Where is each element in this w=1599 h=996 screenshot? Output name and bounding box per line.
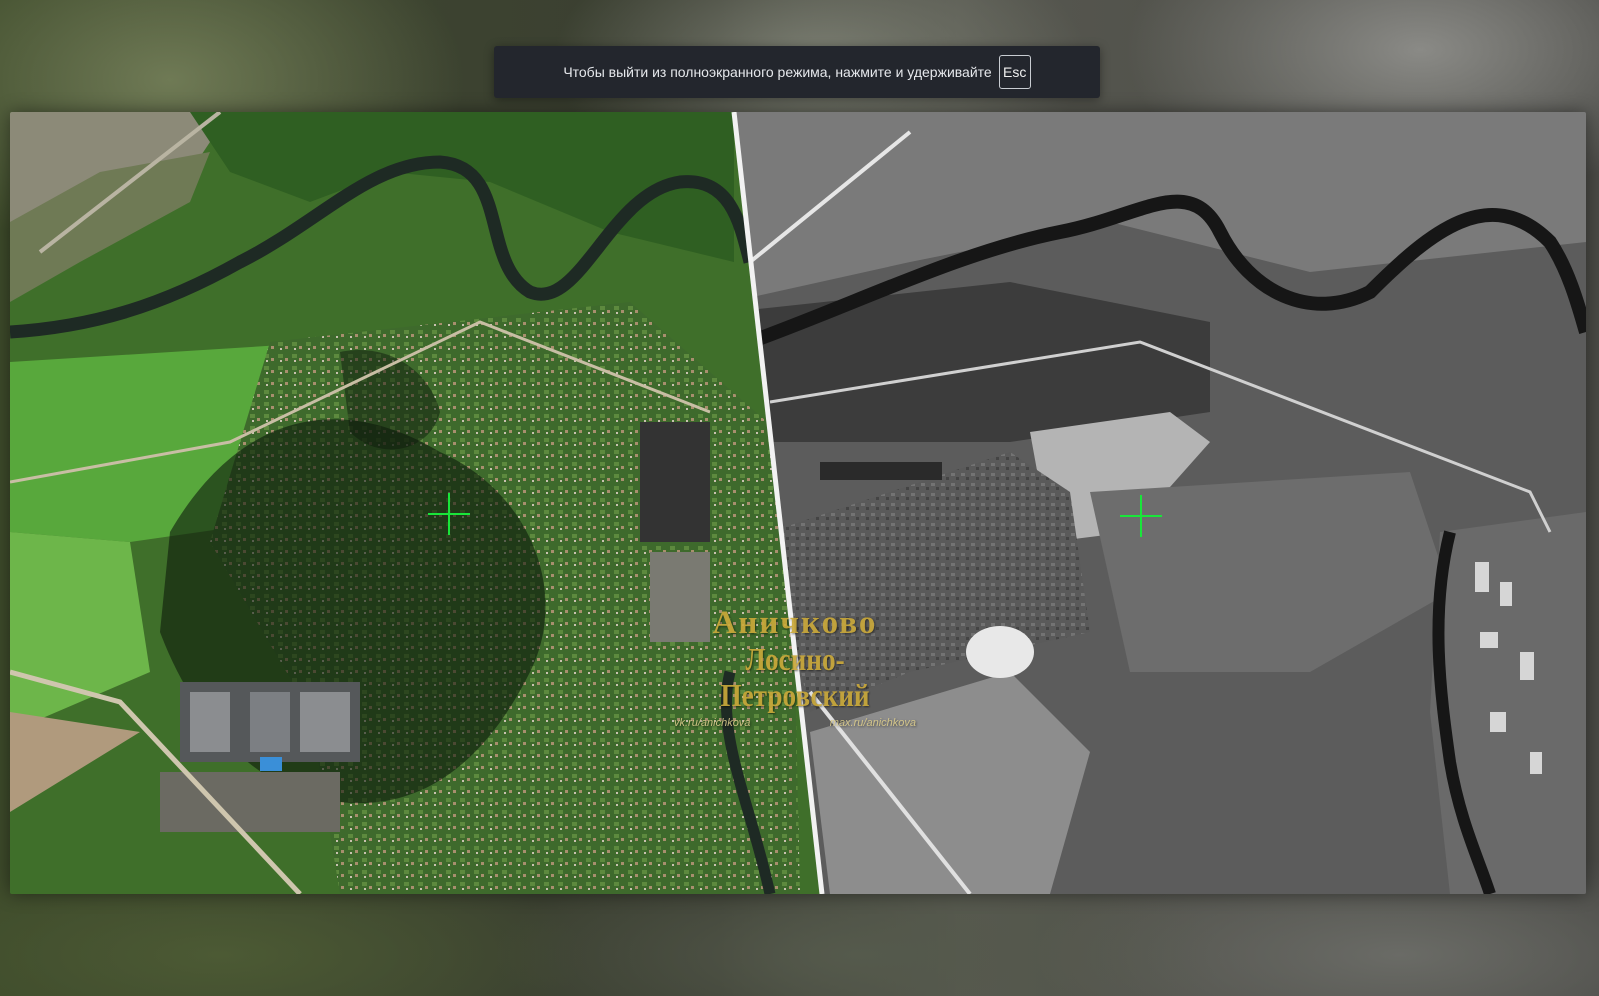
modern-color-satellite-view [10,112,822,894]
historical-black-white-aerial-view [734,112,1586,894]
satellite-comparison-svg [10,112,1586,894]
watermark: Аничково Лосино-Петровский vk.ru/anichko… [650,605,940,729]
fullscreen-notice-message: Чтобы выйти из полноэкранного режима, на… [563,64,992,80]
comparison-image [10,112,1586,894]
watermark-line1: Аничково [712,605,878,641]
watermark-link-left: vk.ru/anichkova [674,717,751,729]
watermark-links: vk.ru/anichkova max.ru/anichkova [650,713,940,729]
fullscreen-exit-notice: Чтобы выйти из полноэкранного режима, на… [494,46,1100,98]
watermark-line2: Лосино-Петровский [720,641,870,713]
esc-key-badge: Esc [998,55,1031,89]
watermark-link-right: max.ru/anichkova [829,717,916,729]
